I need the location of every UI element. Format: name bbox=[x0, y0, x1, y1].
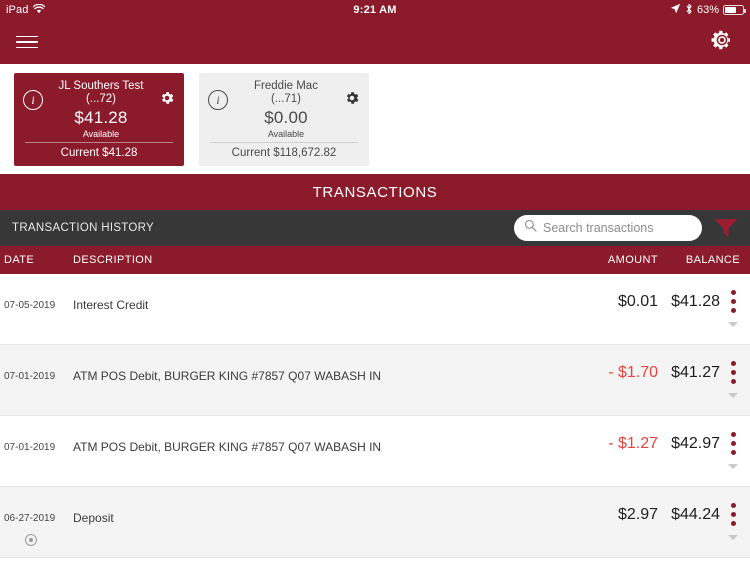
gear-icon[interactable] bbox=[710, 28, 734, 57]
hamburger-menu-icon[interactable] bbox=[16, 32, 38, 53]
account-name: Freddie Mac bbox=[254, 80, 318, 92]
account-card-secondary[interactable]: i Freddie Mac (...71) $0.00 Available Cu… bbox=[199, 73, 369, 166]
account-available-label: Available bbox=[82, 128, 120, 139]
transaction-description: ATM POS Debit, BURGER KING #7857 Q07 WAB… bbox=[73, 369, 382, 383]
transaction-list: 07-05-2019 Interest Credit $0.01 $41.28 … bbox=[0, 274, 750, 558]
bluetooth-icon bbox=[685, 3, 693, 18]
transaction-column-headers: DATE DESCRIPTION AMOUNT BALANCE bbox=[0, 246, 750, 274]
transaction-date: 07-05-2019 bbox=[4, 300, 56, 311]
attachment-circle-icon[interactable] bbox=[25, 534, 37, 546]
transaction-amount: - $1.27 bbox=[608, 435, 658, 452]
account-available-amount: $0.00 bbox=[264, 108, 308, 128]
account-card-center: JL Southers Test (...72) $41.28 Availabl… bbox=[43, 80, 159, 139]
account-current-balance: Current $41.28 bbox=[60, 147, 138, 160]
three-dot-menu-icon[interactable] bbox=[726, 361, 740, 384]
account-available-amount: $41.28 bbox=[74, 108, 128, 128]
account-name: JL Southers Test bbox=[58, 80, 144, 92]
transaction-balance: $42.97 bbox=[671, 435, 720, 452]
column-header-description: DESCRIPTION bbox=[73, 254, 153, 266]
three-dot-menu-icon[interactable] bbox=[726, 290, 740, 313]
search-input[interactable] bbox=[543, 221, 692, 235]
battery-percent-label: 63% bbox=[696, 4, 719, 16]
account-mask: (...72) bbox=[85, 93, 117, 106]
transaction-history-bar: TRANSACTION HISTORY bbox=[0, 210, 750, 246]
account-current-balance: Current $118,672.82 bbox=[231, 147, 337, 160]
account-card-primary[interactable]: i JL Southers Test (...72) $41.28 Availa… bbox=[14, 73, 184, 166]
column-header-date: DATE bbox=[4, 254, 35, 266]
hamburger-line bbox=[16, 35, 38, 38]
account-mask: (...71) bbox=[270, 93, 302, 106]
table-row[interactable]: 07-05-2019 Interest Credit $0.01 $41.28 bbox=[0, 274, 750, 345]
wifi-icon bbox=[33, 3, 46, 17]
hamburger-line bbox=[16, 41, 38, 43]
transaction-balance: $41.27 bbox=[671, 364, 720, 381]
gear-icon[interactable] bbox=[344, 90, 360, 111]
transaction-amount: - $1.70 bbox=[608, 364, 658, 381]
battery-icon bbox=[723, 5, 746, 15]
status-bar-left: iPad bbox=[6, 3, 46, 17]
three-dot-menu-icon[interactable] bbox=[726, 503, 740, 526]
search-icon bbox=[524, 219, 537, 237]
chevron-down-icon[interactable] bbox=[728, 393, 738, 398]
transaction-date: 06-27-2019 bbox=[4, 513, 56, 524]
chevron-down-icon[interactable] bbox=[728, 322, 738, 327]
transaction-balance: $44.24 bbox=[671, 506, 720, 523]
transaction-description: ATM POS Debit, BURGER KING #7857 Q07 WAB… bbox=[73, 440, 382, 454]
status-bar-right: 63% bbox=[670, 3, 746, 18]
transaction-description: Deposit bbox=[73, 511, 114, 525]
account-available-label: Available bbox=[267, 128, 305, 139]
table-row[interactable]: 07-01-2019 ATM POS Debit, BURGER KING #7… bbox=[0, 345, 750, 416]
column-header-balance: BALANCE bbox=[685, 254, 740, 266]
account-card-top: i Freddie Mac (...71) $0.00 Available bbox=[208, 80, 360, 139]
hamburger-line bbox=[16, 46, 38, 49]
status-bar-time: 9:21 AM bbox=[353, 4, 397, 16]
table-row[interactable]: 07-01-2019 ATM POS Debit, BURGER KING #7… bbox=[0, 416, 750, 487]
ios-status-bar: iPad 9:21 AM 63% bbox=[0, 0, 750, 20]
transaction-history-label: TRANSACTION HISTORY bbox=[12, 222, 155, 234]
account-card-top: i JL Southers Test (...72) $41.28 Availa… bbox=[23, 80, 175, 139]
search-box[interactable] bbox=[514, 215, 702, 241]
transaction-amount: $2.97 bbox=[617, 506, 658, 523]
location-arrow-icon bbox=[670, 3, 681, 17]
column-header-amount: AMOUNT bbox=[607, 254, 658, 266]
app-root: iPad 9:21 AM 63% i JL Southers Test (...… bbox=[0, 0, 750, 562]
info-icon[interactable]: i bbox=[23, 90, 43, 110]
navigation-bar bbox=[0, 20, 750, 64]
search-wrapper bbox=[514, 215, 750, 241]
transaction-date: 07-01-2019 bbox=[4, 371, 56, 382]
transaction-amount: $0.01 bbox=[617, 293, 658, 310]
transaction-description: Interest Credit bbox=[73, 298, 149, 312]
info-icon[interactable]: i bbox=[208, 90, 228, 110]
account-card-center: Freddie Mac (...71) $0.00 Available bbox=[228, 80, 344, 139]
chevron-down-icon[interactable] bbox=[728, 464, 738, 469]
gear-icon[interactable] bbox=[159, 90, 175, 111]
transaction-date: 07-01-2019 bbox=[4, 442, 56, 453]
table-row[interactable]: 06-27-2019 Deposit $2.97 $44.24 bbox=[0, 487, 750, 558]
chevron-down-icon[interactable] bbox=[728, 535, 738, 540]
page-title: TRANSACTIONS bbox=[0, 174, 750, 210]
three-dot-menu-icon[interactable] bbox=[726, 432, 740, 455]
account-cards-strip: i JL Southers Test (...72) $41.28 Availa… bbox=[0, 64, 750, 174]
filter-funnel-icon[interactable] bbox=[702, 217, 750, 239]
transaction-balance: $41.28 bbox=[671, 293, 720, 310]
device-label: iPad bbox=[6, 4, 29, 16]
